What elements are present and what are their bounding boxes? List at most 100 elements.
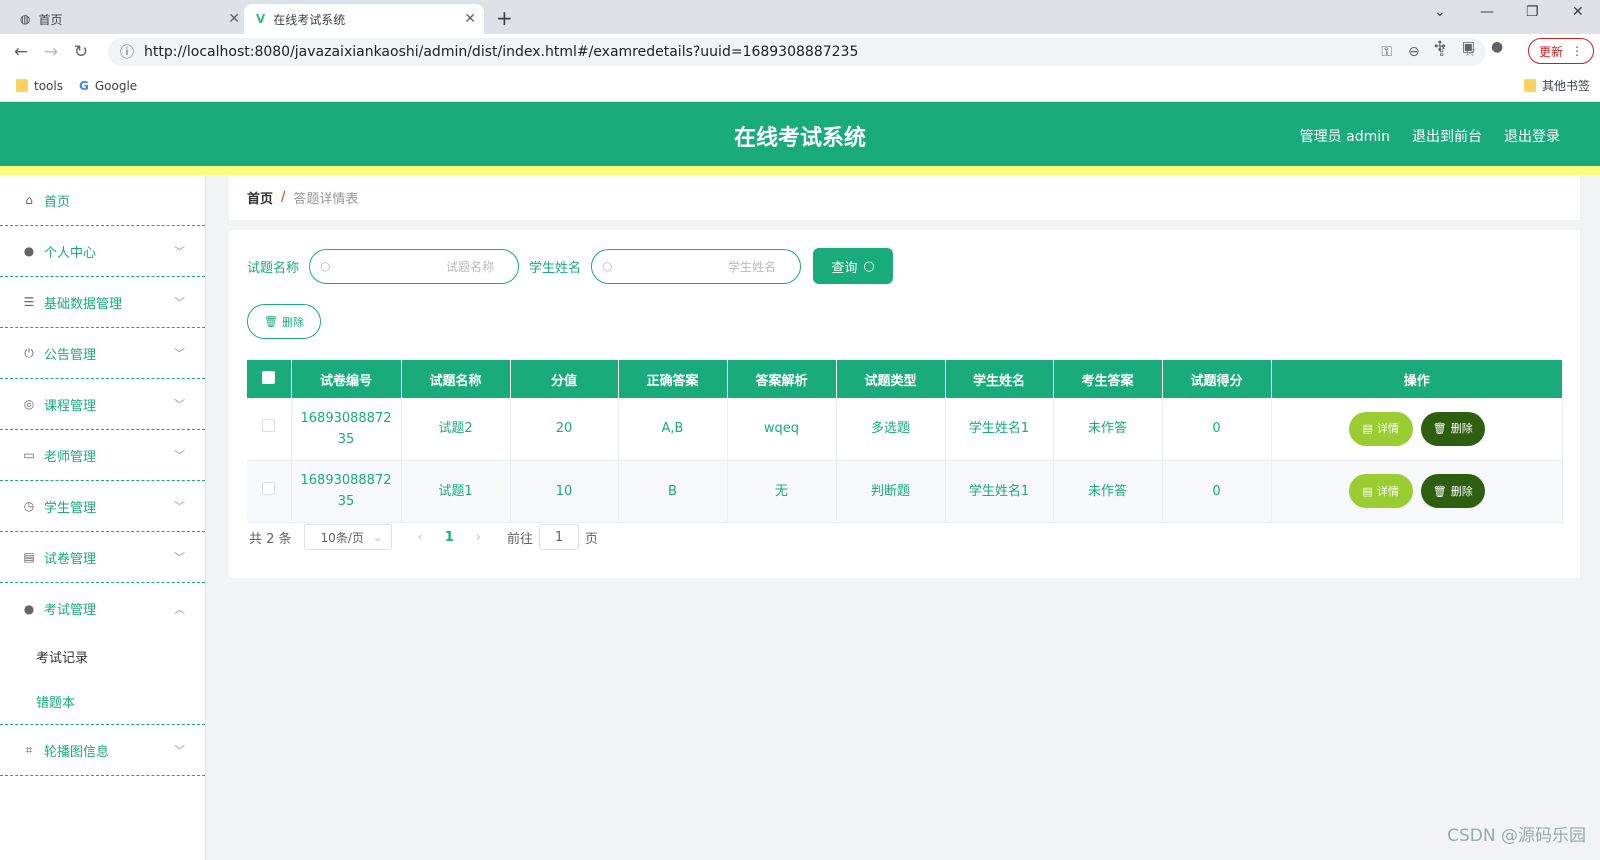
batch-delete-button[interactable]: 🗑 删除 (247, 304, 321, 339)
breadcrumb-home[interactable]: 首页 (247, 188, 273, 207)
sidebar-item-label: 考试管理 (44, 603, 97, 618)
detail-label: 详情 (1376, 422, 1399, 436)
forward-icon[interactable]: → (36, 42, 66, 62)
sidebar-item-paper[interactable]: ▤ 试卷管理 ﹀ (0, 532, 205, 583)
delete-label: 删除 (1450, 484, 1473, 498)
bookmark-google[interactable]: G Google (79, 79, 137, 93)
sidebar-item-basic-data[interactable]: ☰ 基础数据管理 ﹀ (0, 277, 205, 328)
close-icon[interactable]: ✕ (228, 11, 240, 27)
column-header: 正确答案 (618, 360, 728, 398)
row-checkbox[interactable] (262, 419, 276, 433)
sidebar-item-teacher[interactable]: ▭ 老师管理 ﹀ (0, 430, 205, 481)
detail-button[interactable]: ▤ 详情 (1348, 474, 1413, 508)
sidebar-item-label: 个人中心 (44, 245, 97, 261)
key-icon[interactable]: ⚿ (1381, 44, 1392, 60)
breadcrumb-current: 答题详情表 (293, 192, 359, 207)
side-panel-icon[interactable]: ▣ (1462, 39, 1475, 55)
sidebar-item-carousel[interactable]: ⌗ 轮播图信息 ﹀ (0, 725, 205, 776)
column-header: 试题得分 (1162, 360, 1272, 398)
query-button[interactable]: 查询 ○ (813, 248, 894, 284)
sidebar-subitem-exam-record[interactable]: 考试记录 (0, 634, 205, 679)
chevron-down-icon: ﹀ (174, 398, 185, 411)
address-bar[interactable]: ⓘ http://localhost:8080/javazaixiankaosh… (108, 38, 1486, 66)
sidebar-item-student[interactable]: ◷ 学生管理 ﹀ (0, 481, 205, 532)
sidebar-item-label: 试卷管理 (44, 551, 97, 567)
actions-cell: ▤ 详情 🗑 删除 (1271, 398, 1563, 461)
sidebar-item-personal[interactable]: ● 个人中心 ﹀ (0, 226, 205, 277)
row-select-cell[interactable] (247, 398, 292, 461)
analysis-cell: wqeq (727, 398, 837, 461)
home-icon: ⌂ (25, 193, 33, 207)
sidebar-item-course[interactable]: ◎ 课程管理 ﹀ (0, 379, 205, 430)
detail-button[interactable]: ▤ 详情 (1348, 411, 1413, 446)
page-number-current[interactable]: 1 (445, 530, 454, 545)
profile-icon[interactable]: ● (1491, 39, 1503, 55)
sidebar-item-notice[interactable]: ⏻ 公告管理 ﹀ (0, 328, 205, 379)
trash-icon: 🗑 (264, 315, 278, 328)
paper-number: 1689308887235 (300, 473, 392, 509)
score-cell: 20 (510, 398, 619, 461)
column-header: 试题名称 (401, 360, 511, 398)
new-tab-button[interactable]: + (496, 6, 513, 30)
column-header: 考生答案 (1053, 360, 1163, 398)
column-header: 学生姓名 (945, 360, 1054, 398)
row-select-cell[interactable] (247, 460, 292, 523)
question-name-input[interactable]: ○ 试题名称 (309, 248, 520, 284)
restore-icon[interactable]: ❐ (1526, 4, 1539, 20)
score-cell: 10 (510, 460, 619, 523)
chevron-down-icon: ⌄ (372, 530, 383, 544)
logout-link[interactable]: 退出登录 (1504, 126, 1560, 146)
actions-cell: ▤ 详情 🗑 删除 (1271, 460, 1563, 523)
page-size-select[interactable]: 10条/页 ⌄ (303, 524, 392, 550)
next-page-icon[interactable]: › (476, 530, 481, 545)
minimize-icon[interactable]: — (1480, 4, 1494, 20)
sidebar-item-label: 基础数据管理 (44, 296, 123, 312)
paper-number: 1689308887235 (300, 410, 392, 447)
row-checkbox[interactable] (262, 481, 276, 495)
sidebar-item-exam[interactable]: ● 考试管理 ︿ (0, 583, 205, 634)
zoom-icon[interactable]: ⊖ (1408, 44, 1420, 60)
search-icon: ○ (863, 258, 875, 274)
student-name-cell: 学生姓名1 (945, 460, 1054, 523)
close-icon[interactable]: ✕ (464, 11, 476, 27)
question-name-cell: 试题1 (401, 460, 511, 523)
window-close-icon[interactable]: ✕ (1572, 4, 1584, 20)
reload-icon[interactable]: ↻ (66, 42, 96, 62)
delete-button[interactable]: 🗑 删除 (1420, 474, 1485, 508)
update-button[interactable]: 更新 ⋮ (1528, 38, 1594, 64)
browser-tab-home[interactable]: ◍ 首页 ✕ (8, 4, 248, 34)
select-all-checkbox[interactable] (262, 370, 276, 384)
browser-tab-exam[interactable]: V 在线考试系统 ✕ (244, 4, 484, 34)
prev-page-icon[interactable]: ‹ (418, 530, 423, 545)
search-form: 试题名称 ○ 试题名称 学生姓名 ○ 学生姓名 查询 ○ (247, 248, 894, 284)
sliders-icon: ☰ (23, 295, 35, 309)
sidebar-subitem-wrong-book[interactable]: 错题本 (0, 679, 205, 724)
admin-label: 管理员 admin (1299, 129, 1390, 145)
bookmark-other[interactable]: 其他书签 (1523, 77, 1590, 94)
power-icon: ⏻ (24, 345, 34, 360)
student-name-input[interactable]: ○ 学生姓名 (591, 248, 802, 284)
back-to-front-link[interactable]: 退出到前台 (1412, 126, 1482, 146)
page-unit-label: 页 (585, 531, 599, 547)
breadcrumb: 首页 / 答题详情表 (229, 175, 1580, 220)
chevron-down-icon: ﹀ (174, 449, 185, 462)
back-icon[interactable]: ← (6, 42, 36, 62)
page-jump-input[interactable]: 1 (539, 524, 580, 550)
main-panel: 试题名称 ○ 试题名称 学生姓名 ○ 学生姓名 查询 ○ 🗑 删除 试卷编号 试… (229, 230, 1580, 578)
extensions-icon[interactable]: ✣ (1434, 39, 1446, 55)
delete-button[interactable]: 🗑 删除 (1420, 411, 1485, 446)
chevron-down-icon: ﹀ (174, 744, 185, 757)
chevron-down-icon: ﹀ (174, 245, 185, 258)
select-all-cell[interactable] (247, 360, 292, 398)
sidebar-item-home[interactable]: ⌂ 首页 (0, 175, 205, 226)
folder-icon (16, 79, 28, 92)
chevron-down-icon: ﹀ (174, 347, 185, 360)
input-placeholder: 试题名称 (446, 259, 495, 274)
detail-label: 详情 (1376, 484, 1399, 498)
tab-search-icon[interactable]: ⌄ (1434, 4, 1446, 20)
document-icon: ▤ (1362, 484, 1373, 498)
globe-icon: ◍ (20, 12, 31, 26)
bookmark-label: tools (34, 78, 63, 93)
url-text[interactable]: http://localhost:8080/javazaixiankaoshi/… (144, 44, 858, 60)
bookmark-tools[interactable]: tools (16, 79, 63, 93)
